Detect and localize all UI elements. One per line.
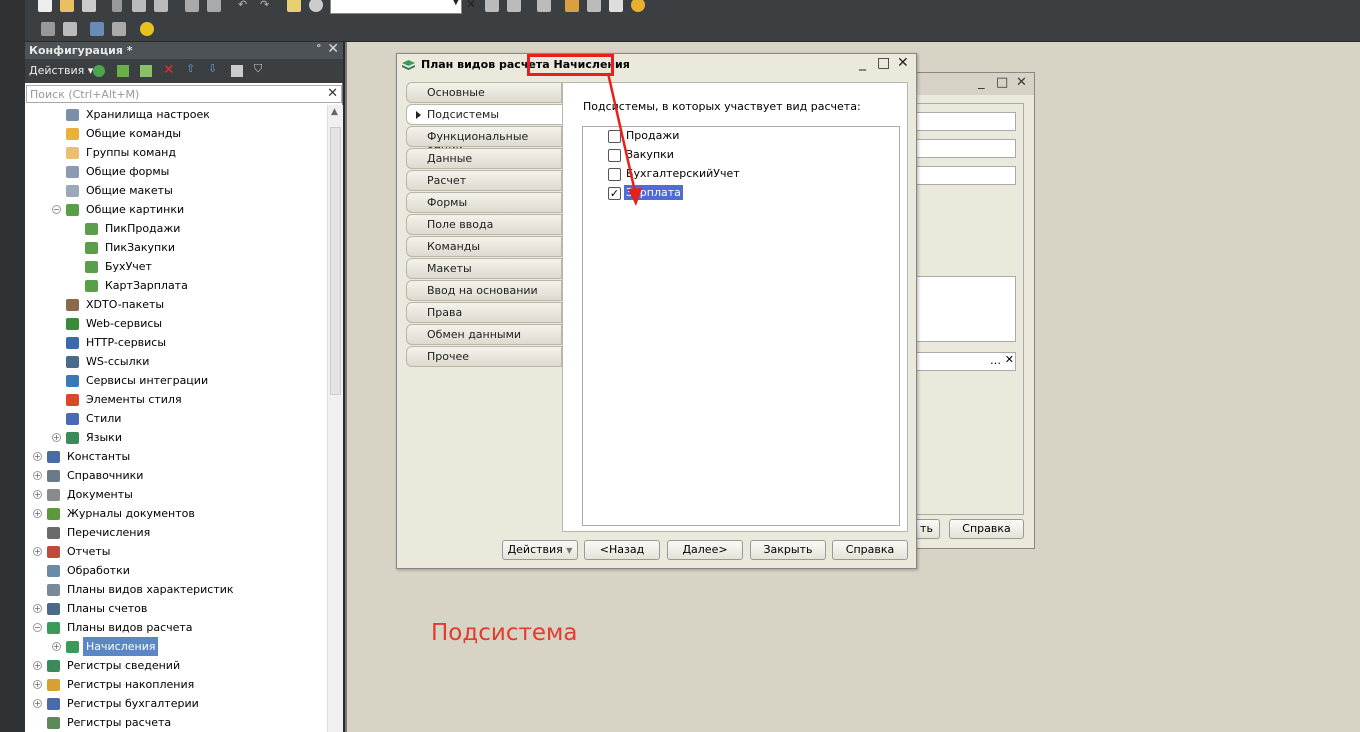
- annotation-caption: Подсистема: [431, 620, 578, 646]
- annotation-arrow: [606, 72, 642, 206]
